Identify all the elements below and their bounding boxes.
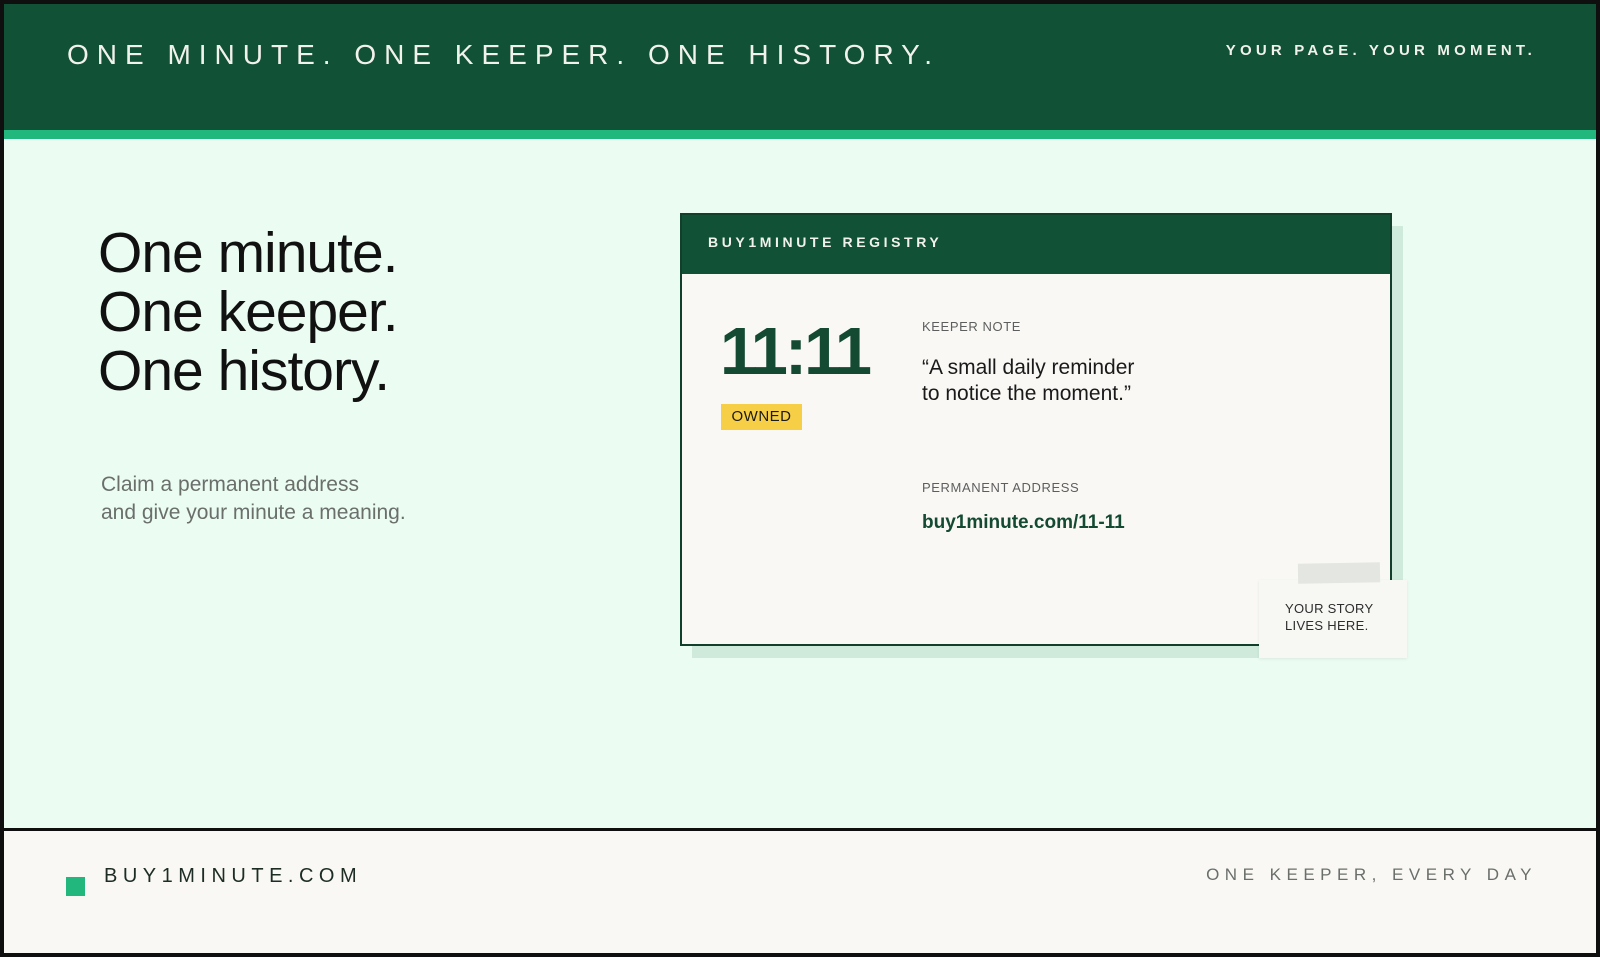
sticky-note-text: YOUR STORY LIVES HERE.	[1285, 600, 1373, 634]
keeper-note-quote: “A small daily reminder to notice the mo…	[922, 355, 1134, 407]
top-banner: ONE MINUTE. ONE KEEPER. ONE HISTORY. YOU…	[4, 4, 1596, 130]
headline-line: One minute.	[98, 221, 398, 285]
quote-line: “A small daily reminder	[922, 356, 1135, 379]
headline-line: One history.	[98, 339, 390, 403]
footer-bar: BUY1MINUTE.COM ONE KEEPER, EVERY DAY	[4, 828, 1596, 953]
permanent-address-link[interactable]: buy1minute.com/11-11	[922, 512, 1125, 534]
banner-title: ONE MINUTE. ONE KEEPER. ONE HISTORY.	[67, 39, 941, 70]
sticky-note-line: YOUR STORY	[1285, 601, 1374, 616]
permanent-address-label: PERMANENT ADDRESS	[922, 480, 1080, 495]
hero-headline: One minute. One keeper. One history.	[98, 221, 399, 403]
subtext-line: and give your minute a meaning.	[101, 501, 406, 524]
minute-time: 11:11	[720, 314, 872, 389]
sticky-note-tape	[1297, 562, 1381, 584]
footer-brand[interactable]: BUY1MINUTE.COM	[104, 865, 362, 888]
registry-card-title: BUY1MINUTE REGISTRY	[708, 234, 943, 250]
banner-tagline: YOUR PAGE. YOUR MOMENT.	[1225, 42, 1536, 59]
quote-line: to notice the moment.”	[922, 382, 1131, 405]
brand-square-icon	[66, 877, 85, 896]
hero-subtext: Claim a permanent address and give your …	[101, 471, 406, 527]
footer-tagline: ONE KEEPER, EVERY DAY	[1206, 865, 1537, 884]
subtext-line: Claim a permanent address	[101, 473, 359, 496]
status-badge: OWNED	[721, 404, 802, 430]
registry-card-header: BUY1MINUTE REGISTRY	[682, 215, 1390, 274]
page-frame: ONE MINUTE. ONE KEEPER. ONE HISTORY. YOU…	[4, 4, 1596, 953]
sticky-note-line: LIVES HERE.	[1285, 618, 1369, 633]
headline-line: One keeper.	[98, 280, 399, 344]
keeper-note-label: KEEPER NOTE	[922, 319, 1022, 334]
sticky-note: YOUR STORY LIVES HERE.	[1259, 580, 1407, 658]
banner-accent-stripe	[4, 130, 1596, 139]
